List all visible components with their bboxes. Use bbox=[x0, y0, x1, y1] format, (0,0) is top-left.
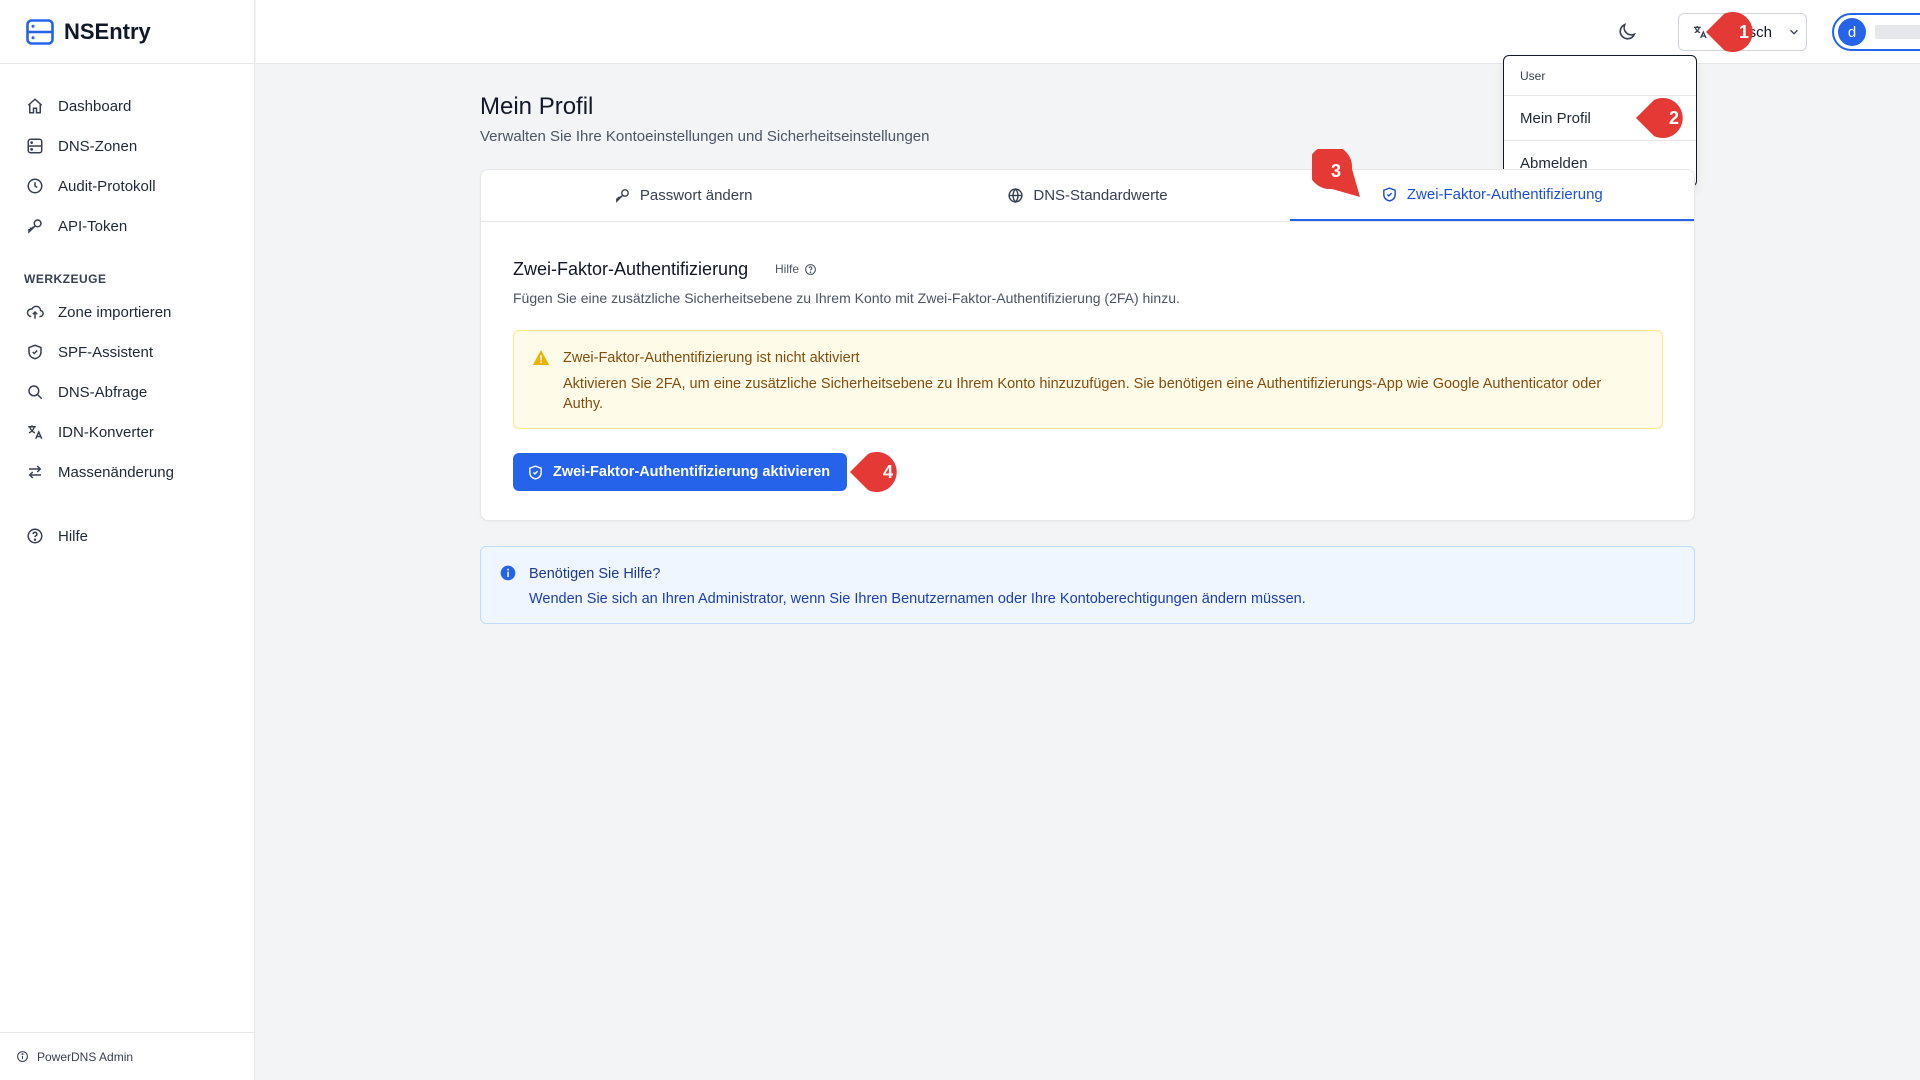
shield-check-icon bbox=[527, 464, 544, 481]
section-title: Zwei-Faktor-Authentifizierung bbox=[513, 259, 749, 279]
shield-check-icon bbox=[1381, 186, 1398, 203]
warning-title: Zwei-Faktor-Authentifizierung ist nicht … bbox=[563, 350, 860, 366]
info-icon bbox=[500, 565, 516, 581]
username bbox=[1875, 25, 1920, 39]
dropdown-label: User bbox=[1504, 56, 1696, 96]
section-description: Fügen Sie eine zusätzliche Sicherheitseb… bbox=[513, 290, 1180, 306]
info-title: Benötigen Sie Hilfe? bbox=[529, 566, 661, 582]
home-icon bbox=[26, 97, 44, 115]
step-marker-2: 2 bbox=[1636, 96, 1683, 140]
sidebar-item-label: SPF-Assistent bbox=[58, 343, 154, 361]
activate-2fa-label: Zwei-Faktor-Authentifizierung aktivieren bbox=[553, 464, 831, 480]
arrows-swap-icon bbox=[26, 463, 44, 481]
page-title: Mein Profil bbox=[480, 93, 594, 120]
globe-icon bbox=[1007, 187, 1024, 204]
tab-passwort-aendern[interactable]: Passwort ändern bbox=[481, 170, 885, 221]
help-circle-icon bbox=[804, 263, 817, 276]
footer-text: PowerDNS Admin bbox=[37, 1049, 134, 1064]
moon-icon[interactable] bbox=[1616, 21, 1638, 43]
sidebar-item-hilfe[interactable]: Hilfe bbox=[0, 516, 254, 556]
help-link[interactable]: Hilfe bbox=[775, 262, 817, 276]
tab-label: DNS-Standardwerte bbox=[1033, 187, 1168, 204]
sidebar-item-label: DNS-Abfrage bbox=[58, 383, 148, 401]
shield-icon bbox=[26, 343, 44, 361]
brand[interactable]: NSEntry bbox=[0, 0, 254, 64]
sidebar: NSEntry Dashboard DNS-Zonen Audit-Protok… bbox=[0, 0, 255, 1080]
sidebar-item-label: Audit-Protokoll bbox=[58, 177, 156, 195]
sidebar-item-api-token[interactable]: API-Token bbox=[0, 206, 254, 246]
help-label: Hilfe bbox=[775, 262, 800, 276]
tab-label: Passwort ändern bbox=[639, 187, 753, 204]
cloud-upload-icon bbox=[26, 303, 44, 321]
step-marker-4: 4 bbox=[850, 450, 897, 494]
sidebar-item-idn-konverter[interactable]: IDN-Konverter bbox=[0, 412, 254, 452]
sidebar-item-dashboard[interactable]: Dashboard bbox=[0, 86, 254, 126]
sidebar-item-label: DNS-Zonen bbox=[58, 137, 138, 155]
sidebar-item-label: Zone importieren bbox=[58, 303, 172, 321]
sidebar-nav: Dashboard DNS-Zonen Audit-Protokoll API-… bbox=[0, 64, 254, 556]
tab-dns-standardwerte[interactable]: DNS-Standardwerte bbox=[885, 170, 1289, 221]
chevron-down-icon bbox=[1787, 25, 1801, 39]
sidebar-footer: PowerDNS Admin bbox=[0, 1032, 255, 1080]
sidebar-item-dns-abfrage[interactable]: DNS-Abfrage bbox=[0, 372, 254, 412]
help-info-box: Benötigen Sie Hilfe? Wenden Sie sich an … bbox=[480, 546, 1695, 624]
tab-label: Zwei-Faktor-Authentifizierung bbox=[1406, 186, 1603, 203]
avatar: d bbox=[1838, 18, 1866, 46]
server-logo-icon bbox=[26, 18, 54, 45]
activate-2fa-button[interactable]: Zwei-Faktor-Authentifizierung aktivieren bbox=[513, 453, 848, 491]
translate-icon bbox=[26, 423, 44, 441]
sidebar-section-label: WERKZEUGE bbox=[24, 272, 107, 286]
user-menu-button[interactable]: d bbox=[1832, 13, 1920, 51]
sidebar-item-label: Hilfe bbox=[58, 527, 89, 545]
sidebar-item-label: IDN-Konverter bbox=[58, 423, 154, 441]
info-icon bbox=[16, 1050, 29, 1063]
clock-icon bbox=[26, 177, 44, 195]
page-subtitle: Verwalten Sie Ihre Kontoeinstellungen un… bbox=[480, 128, 930, 145]
key-icon bbox=[614, 187, 631, 204]
warning-alert: Zwei-Faktor-Authentifizierung ist nicht … bbox=[513, 330, 1663, 429]
sidebar-item-label: Massenänderung bbox=[58, 463, 174, 481]
key-icon bbox=[26, 217, 44, 235]
tab-bar: Passwort ändern DNS-Standardwerte Zwei-F… bbox=[481, 170, 1694, 222]
profile-card: Passwort ändern DNS-Standardwerte Zwei-F… bbox=[480, 169, 1695, 521]
help-circle-icon bbox=[26, 527, 44, 545]
sidebar-item-spf-assistent[interactable]: SPF-Assistent bbox=[0, 332, 254, 372]
info-text: Wenden Sie sich an Ihren Administrator, … bbox=[529, 591, 1306, 607]
server-icon bbox=[26, 137, 44, 155]
sidebar-item-zone-importieren[interactable]: Zone importieren bbox=[0, 292, 254, 332]
app-name: NSEntry bbox=[64, 18, 151, 44]
step-marker-3: 3 bbox=[1312, 149, 1360, 197]
search-icon bbox=[26, 383, 44, 401]
sidebar-item-label: API-Token bbox=[58, 217, 128, 235]
sidebar-item-dns-zonen[interactable]: DNS-Zonen bbox=[0, 126, 254, 166]
sidebar-item-label: Dashboard bbox=[58, 97, 132, 115]
warning-text: Aktivieren Sie 2FA, um eine zusätzliche … bbox=[563, 376, 1602, 412]
sidebar-item-audit-protokoll[interactable]: Audit-Protokoll bbox=[0, 166, 254, 206]
warning-icon bbox=[532, 349, 550, 366]
sidebar-item-massenaenderung[interactable]: Massenänderung bbox=[0, 452, 254, 492]
step-marker-1: 1 bbox=[1706, 10, 1753, 54]
